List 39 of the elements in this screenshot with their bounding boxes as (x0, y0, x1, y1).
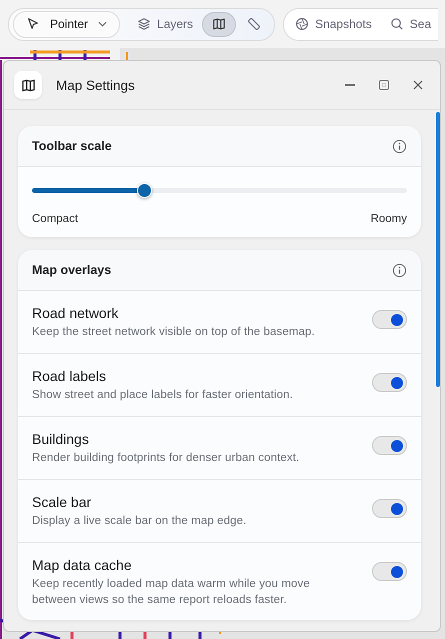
toggle-switch[interactable] (372, 562, 407, 581)
card-title: Toolbar scale (32, 139, 112, 153)
setting-description: Show street and place labels for faster orientation. (32, 388, 293, 403)
toolbar-button[interactable]: Sea (382, 12, 438, 36)
maximize-icon (378, 79, 390, 91)
scrollbar[interactable] (436, 112, 440, 387)
tool-button[interactable]: Layers (130, 12, 200, 36)
toggle-switch[interactable] (372, 373, 407, 392)
setting-name: Buildings (32, 431, 90, 447)
caret-icon (98, 21, 108, 27)
tool-button[interactable]: Pointer (13, 10, 120, 38)
cursor-icon (26, 17, 40, 31)
close-icon (412, 79, 424, 91)
setting-name: Road labels (32, 368, 107, 384)
toolbar-button[interactable]: Snapshots (288, 12, 379, 36)
card-title: Map overlays (32, 263, 112, 277)
toggle-switch[interactable] (372, 499, 407, 518)
map-icon (212, 17, 226, 31)
setting-name: Map data cache (32, 557, 133, 573)
app-icon (14, 71, 42, 99)
toggle-switch[interactable] (372, 436, 407, 455)
layers-icon (137, 17, 152, 31)
setting-description: Keep the street network visible on top of the basemap. (32, 325, 315, 340)
setting-description: Display a live scale bar on the map edge. (32, 514, 246, 529)
info-icon[interactable] (392, 262, 407, 278)
setting-name: Road network (32, 305, 120, 321)
map-tool-button[interactable] (202, 12, 236, 36)
aperture-icon (295, 17, 310, 31)
setting-description: Render building footprints for denser urban context. (32, 451, 300, 466)
toggle-switch[interactable] (372, 310, 407, 329)
setting-description: Keep recently loaded map data warm while you move between views so the same report reloads faster. (32, 577, 311, 608)
window-title: Map Settings (56, 78, 136, 92)
slider-thumb[interactable] (137, 183, 152, 198)
setting-name: Scale bar (32, 494, 92, 510)
info-icon[interactable] (392, 138, 407, 154)
slider-min-label: Compact (32, 213, 78, 225)
ruler-icon (247, 17, 262, 31)
search-icon (390, 17, 404, 31)
slider-max-label: Roomy (370, 213, 407, 225)
